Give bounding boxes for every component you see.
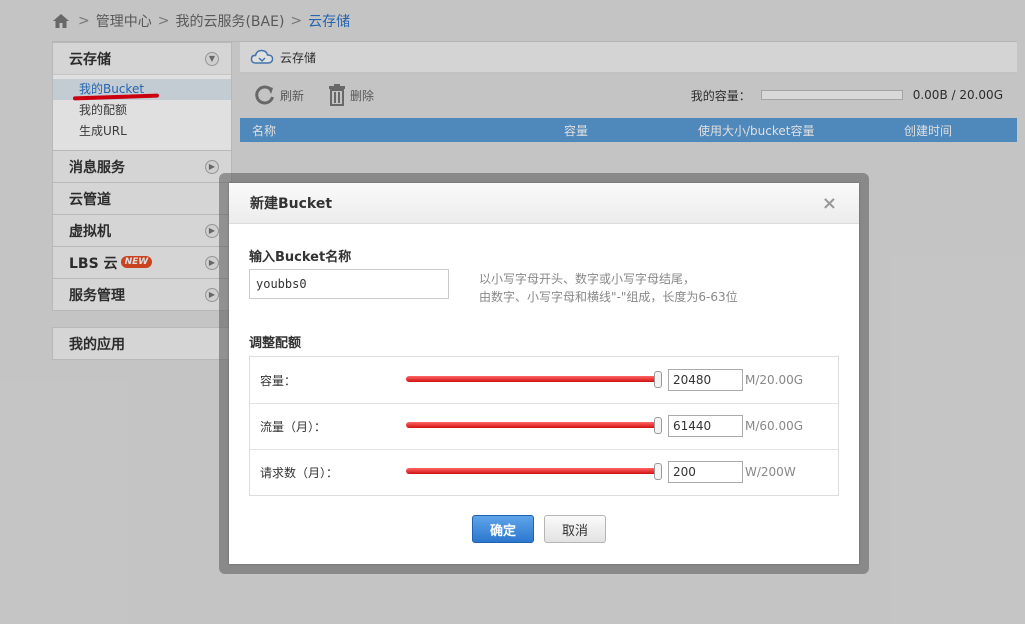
confirm-button[interactable]: 确定 xyxy=(472,515,534,543)
bucket-name-input[interactable] xyxy=(249,269,449,299)
quota-row-capacity: 容量： 20480 M/20.00G xyxy=(250,357,838,404)
requests-slider-handle[interactable] xyxy=(654,463,662,480)
quota-unit: M/20.00G xyxy=(745,373,804,387)
capacity-slider[interactable] xyxy=(406,376,658,382)
traffic-input[interactable]: 61440 xyxy=(668,415,743,437)
quota-unit: W/200W xyxy=(745,465,796,479)
quota-label: 请求数（月）： xyxy=(260,466,339,480)
hint-line-2: 由数字、小写字母和横线"-"组成，长度为6-63位 xyxy=(479,290,738,304)
bucket-name-label: 输入Bucket名称 xyxy=(249,250,352,265)
new-bucket-dialog: 新建Bucket × 输入Bucket名称 以小写字母开头、数字或小写字母结尾，… xyxy=(229,183,859,564)
traffic-slider-handle[interactable] xyxy=(654,417,662,434)
quota-section-label: 调整配额 xyxy=(249,336,302,351)
dialog-title-bar: 新建Bucket × xyxy=(229,183,859,224)
quota-row-requests: 请求数（月）： 200 W/200W xyxy=(250,449,838,495)
traffic-slider[interactable] xyxy=(406,422,658,428)
capacity-input[interactable]: 20480 xyxy=(668,369,743,391)
cancel-button[interactable]: 取消 xyxy=(544,515,606,543)
quota-label: 流量（月）： xyxy=(260,420,327,434)
quota-row-traffic: 流量（月）： 61440 M/60.00G xyxy=(250,403,838,450)
capacity-slider-handle[interactable] xyxy=(654,371,662,388)
quota-unit: M/60.00G xyxy=(745,419,804,433)
requests-input[interactable]: 200 xyxy=(668,461,743,483)
requests-slider[interactable] xyxy=(406,468,658,474)
close-icon[interactable]: × xyxy=(822,193,837,214)
hint-line-1: 以小写字母开头、数字或小写字母结尾， xyxy=(479,272,696,286)
quota-box: 容量： 20480 M/20.00G 流量（月）： 61440 M/60.00G… xyxy=(249,356,839,496)
bucket-name-hint: 以小写字母开头、数字或小写字母结尾， 由数字、小写字母和横线"-"组成，长度为6… xyxy=(479,270,738,306)
quota-label: 容量： xyxy=(260,374,297,388)
dialog-title: 新建Bucket xyxy=(250,196,333,212)
